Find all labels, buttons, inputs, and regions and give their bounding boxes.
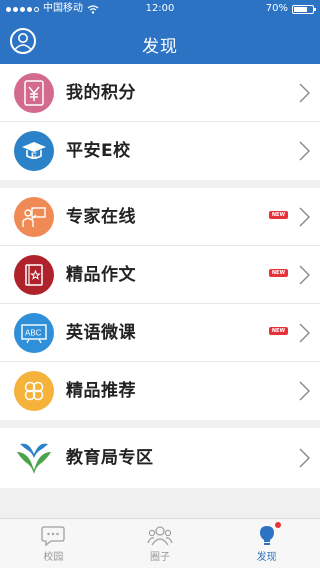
svg-text:ABC: ABC [25, 329, 42, 338]
new-badge: NEW [268, 269, 288, 277]
list-item-label: 教育局专区 [66, 448, 154, 468]
list-item-label: 精品作文 [66, 265, 136, 285]
list-item-pingan-e-school[interactable]: E 平安E校 [0, 122, 320, 180]
list-item-education-bureau[interactable]: 教育局专区 [0, 428, 320, 488]
list-item-label: 平安E校 [66, 141, 131, 161]
chevron-right-icon [299, 448, 310, 468]
tab-label: 校园 [43, 552, 64, 563]
graduation-cap-icon: E [14, 131, 54, 171]
page-title: 发现 [142, 37, 178, 57]
chevron-right-icon [299, 83, 310, 103]
chevron-right-icon [299, 323, 310, 343]
svg-text:E: E [31, 151, 37, 161]
chevron-right-icon [299, 141, 310, 161]
battery-percent: 70% [265, 3, 288, 14]
list-item-fine-essays[interactable]: 精品作文 NEW [0, 246, 320, 304]
bottom-tab-bar: 校园 圈子 发现 [0, 518, 320, 568]
teacher-board-icon [14, 197, 54, 237]
tab-label: 发现 [256, 552, 277, 563]
people-icon [147, 526, 173, 546]
list-group: 教育局专区 [0, 428, 320, 488]
list-group: 我的积分 E 平安E校 [0, 64, 320, 180]
tab-campus[interactable]: 校园 [0, 519, 107, 568]
chevron-right-icon [299, 265, 310, 285]
battery-icon [292, 4, 316, 14]
chevron-right-icon [299, 381, 310, 401]
list-item-label: 我的积分 [66, 83, 136, 103]
list-item-label: 专家在线 [66, 207, 136, 227]
list-item-label: 英语微课 [66, 323, 136, 343]
list-item-my-points[interactable]: 我的积分 [0, 64, 320, 122]
notification-dot [274, 522, 281, 528]
list-item-english-microclass[interactable]: ABC 英语微课 NEW [0, 304, 320, 362]
discover-list: 我的积分 E 平安E校 专家在线 NEW 精品作文 NEW ABC 英语微课 N… [0, 64, 320, 496]
abc-board-icon: ABC [14, 313, 54, 353]
top-header: 中国移动 12:00 70% 发现 [0, 0, 320, 64]
tab-label: 圈子 [150, 552, 170, 563]
book-star-icon [14, 255, 54, 295]
battery-info: 70% [265, 0, 316, 18]
tab-circle[interactable]: 圈子 [107, 519, 214, 568]
list-item-recommended[interactable]: 精品推荐 [0, 362, 320, 420]
education-bureau-logo-icon [14, 438, 54, 478]
list-item-expert-online[interactable]: 专家在线 NEW [0, 188, 320, 246]
new-badge: NEW [268, 211, 288, 219]
list-group: 专家在线 NEW 精品作文 NEW ABC 英语微课 NEW 精品推荐 [0, 188, 320, 420]
status-bar: 中国移动 12:00 70% [0, 0, 320, 18]
chat-bubble-icon [41, 526, 65, 547]
yuan-coin-icon [14, 73, 54, 113]
tab-discover[interactable]: 发现 [213, 519, 320, 568]
chevron-right-icon [299, 207, 310, 227]
list-item-label: 精品推荐 [66, 381, 136, 401]
new-badge: NEW [268, 327, 288, 335]
clover-icon [14, 371, 54, 411]
